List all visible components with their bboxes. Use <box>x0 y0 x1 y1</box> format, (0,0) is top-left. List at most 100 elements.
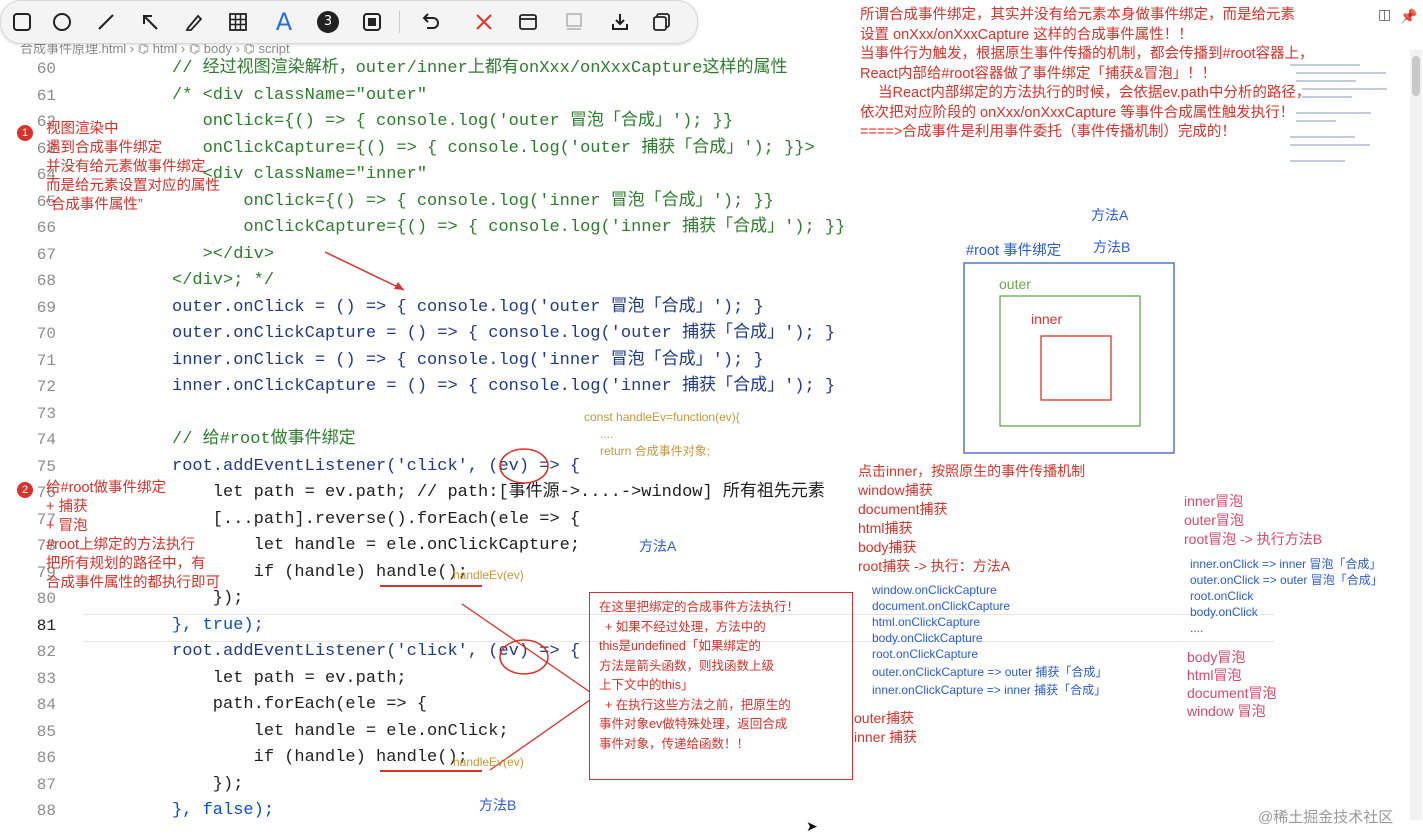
capture-flow: 点击inner，按照原生的事件传播机制 window捕获 document捕获 … <box>858 462 1085 576</box>
handle-ev-inline: handleEv(ev) <box>453 568 524 582</box>
annotation-line: 点击inner，按照原生的事件传播机制 <box>858 463 1086 479</box>
annotation-line: 并没有给元素做事件绑定 <box>46 159 206 175</box>
window-icon[interactable] <box>515 9 541 35</box>
download-icon[interactable] <box>607 9 633 35</box>
annotation-line: 事件对象，传递给函数！！ <box>599 736 750 751</box>
annotation-line: #root上绑定的方法执行 <box>46 537 196 553</box>
minimap-line <box>1290 64 1360 66</box>
watermark: @稀土掘金技术社区 <box>1258 809 1394 826</box>
square-icon[interactable] <box>9 9 35 35</box>
annotation-line: + 在执行这些方法之前，把原生的 <box>605 697 791 712</box>
annotation-line: 把所有规划的路径中，有 <box>46 556 206 572</box>
text-icon[interactable]: A <box>271 8 297 36</box>
annotation-line: 事件对象ev做特殊处理，返回合成 <box>599 717 788 731</box>
pen-icon[interactable] <box>181 9 207 35</box>
circle-icon[interactable] <box>49 9 75 35</box>
annotation-line: ====>合成事件是利用事件委托（事件传播机制）完成的！ <box>860 124 1236 140</box>
annotation-line: .... <box>1190 621 1204 635</box>
annotation-line: 而是给元素设置对应的属性 <box>46 178 220 194</box>
minimap-line <box>1296 112 1371 114</box>
annotation-line: outer冒泡 <box>1184 512 1244 528</box>
bubble-flow: inner冒泡 outer冒泡 root冒泡 -> 执行方法B <box>1184 492 1322 549</box>
minimap-line <box>1302 96 1352 98</box>
step-badge: 1 <box>17 125 33 141</box>
frame-icon[interactable] <box>359 9 385 35</box>
outer-box <box>999 295 1141 427</box>
annotation-line: outer.onClickCapture => outer 捕获「合成」 <box>872 665 1108 679</box>
annotation-line: html捕获 <box>858 520 913 536</box>
annotation-line: 视图渲染中 <box>46 121 119 137</box>
minimap[interactable] <box>1290 60 1400 180</box>
annotation-line: + 如果不经过处理，方法中的 <box>605 619 766 634</box>
annotation-line: const handleEv=function(ev){ <box>584 410 740 424</box>
undo-icon[interactable] <box>417 9 443 35</box>
minimap-line <box>1296 72 1386 74</box>
explanation-text: 在这里把绑定的合成事件方法执行！ + 如果不经过处理，方法中的 this是und… <box>599 598 799 754</box>
annotation-line: window.onClickCapture <box>872 583 997 597</box>
left-annotation-1: 视图渲染中 遇到合成事件绑定 并没有给元素做事件绑定 而是给元素设置对应的属性 … <box>46 120 220 215</box>
annotation-arrow <box>324 251 405 291</box>
annotation-line: React内部给#root容器做了事件绑定「捕获&冒泡」！！ <box>860 65 1217 82</box>
inner-box <box>1040 335 1112 401</box>
minimap-line <box>1290 160 1345 162</box>
root-box <box>963 262 1175 454</box>
stamp-icon[interactable] <box>561 9 587 35</box>
annotation-line: body冒泡 <box>1187 649 1246 665</box>
scrollbar-thumb[interactable] <box>1412 56 1420 96</box>
step-icon[interactable]: 3 <box>315 9 341 35</box>
annotation-line: inner 捕获 <box>854 729 918 745</box>
ev-circle-annotation <box>499 639 549 675</box>
toolbar-divider <box>399 11 400 33</box>
annotation-line: .... <box>600 427 614 441</box>
minimap-line <box>1290 136 1355 138</box>
pin-icon[interactable]: 📌 <box>1400 8 1417 25</box>
annotation-line: root冒泡 -> 执行方法B <box>1184 531 1323 547</box>
annotation-line: root.onClickCapture <box>872 647 979 661</box>
code-editor[interactable]: 合成事件原理.html › ⌬ html › ⌬ body › ⌬ script… <box>0 0 1423 834</box>
annotation-line: 在这里把绑定的合成事件方法执行！ <box>599 600 800 614</box>
vertical-scrollbar[interactable] <box>1410 50 1422 820</box>
ev-circle-annotation <box>499 448 549 484</box>
annotation-line: document.onClickCapture <box>872 599 1011 613</box>
annotation-line: outer捕获 <box>854 710 914 726</box>
annotation-line: body.onClick <box>1190 605 1258 619</box>
annotation-line: 方法是箭头函数，则找函数上级 <box>599 658 775 673</box>
annotation-line: inner.onClickCapture => inner 捕获「合成」 <box>872 683 1107 697</box>
step-badge: 2 <box>17 482 33 498</box>
annotation-line: 合成事件属性的都执行即可 <box>46 575 220 591</box>
annotation-line: inner.onClick => inner 冒泡「合成」 <box>1190 557 1382 571</box>
copy-icon[interactable] <box>649 9 675 35</box>
annotation-line: return 合成事件对象; <box>600 444 711 458</box>
annotation-line: document冒泡 <box>1187 685 1277 701</box>
mouse-cursor-icon: ➤ <box>806 818 818 834</box>
close-icon[interactable] <box>471 9 497 35</box>
annotation-line: 依次把对应阶段的 onXxx/onXxxCapture 等事件合成属性触发执行！ <box>860 104 1295 121</box>
grid-icon[interactable] <box>225 9 251 35</box>
capture-tail: outer捕获 inner 捕获 <box>854 709 917 747</box>
handle-ev-inline: handleEv(ev) <box>453 755 524 769</box>
step-number: 3 <box>317 11 339 33</box>
annotation-line: document捕获 <box>858 501 948 517</box>
annotation-line: body.onClickCapture <box>872 631 983 645</box>
annotation-line: 遇到合成事件绑定 <box>46 140 162 156</box>
minimap-line <box>1302 88 1387 90</box>
annotation-line: window 冒泡 <box>1187 703 1266 719</box>
arrow-icon[interactable] <box>137 9 163 35</box>
annotation-line: root.onClick <box>1190 589 1254 603</box>
root-label: #root 事件绑定 <box>966 243 1062 259</box>
minimap-line <box>1296 80 1356 82</box>
bubble-tail: body冒泡 html冒泡 document冒泡 window 冒泡 <box>1187 648 1276 720</box>
inner-label: inner <box>1031 311 1063 327</box>
line-icon[interactable] <box>93 9 119 35</box>
annotation-line: 上下文中的this」 <box>599 678 694 692</box>
annotation-line: “合成事件属性” <box>46 197 143 213</box>
annotation-line: root捕获 -> 执行：方法A <box>858 558 1011 574</box>
annotation-line: inner冒泡 <box>1184 493 1244 509</box>
split-editor-icon[interactable]: ◫ <box>1378 6 1391 23</box>
annotation-line: 当事件行为触发，根据原生事件传播的机制，都会传播到#root容器上， <box>860 46 1314 62</box>
annotation-line: + 捕获 <box>46 499 88 515</box>
left-annotation-2: 给#root做事件绑定 + 捕获 + 冒泡 #root上绑定的方法执行 把所有规… <box>46 479 220 593</box>
annotation-line: 设置 onXxx/onXxxCapture 这样的合成事件属性！！ <box>860 26 1193 43</box>
annotation-line: + 冒泡 <box>46 518 88 534</box>
annotation-line: html.onClickCapture <box>872 615 981 629</box>
